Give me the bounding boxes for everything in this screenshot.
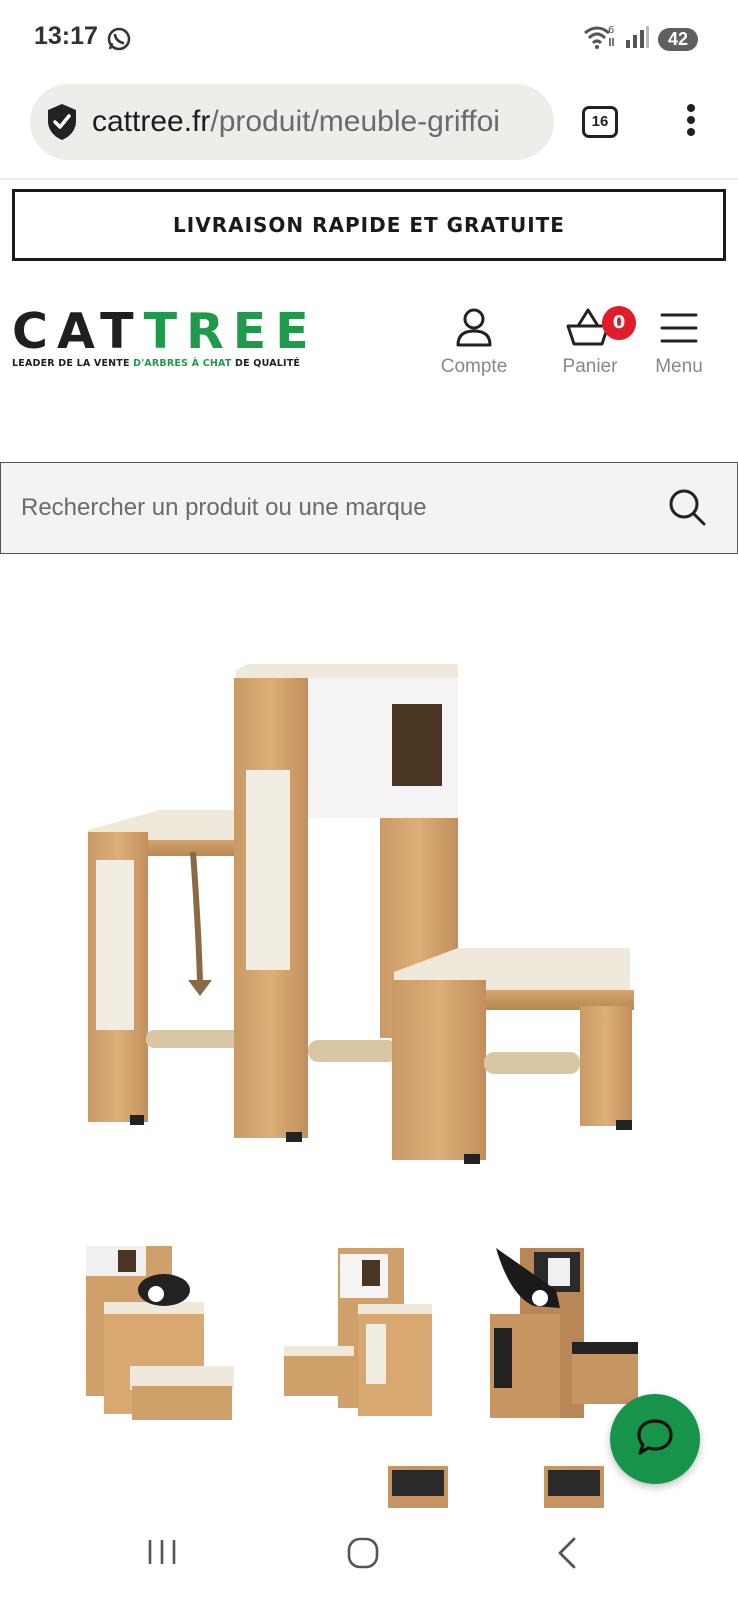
system-nav-bar bbox=[0, 1508, 738, 1600]
account-label: Compte bbox=[440, 356, 508, 377]
more-options-icon[interactable] bbox=[686, 104, 696, 142]
back-icon[interactable] bbox=[552, 1536, 582, 1574]
account-button[interactable]: Compte bbox=[432, 306, 516, 378]
product-main-image[interactable] bbox=[60, 660, 680, 1200]
search-input[interactable] bbox=[21, 494, 641, 522]
shipping-banner: LIVRAISON RAPIDE ET GRATUITE bbox=[12, 189, 726, 261]
cart-label: Panier bbox=[562, 356, 618, 377]
menu-label: Menu bbox=[655, 356, 703, 377]
home-icon[interactable] bbox=[346, 1536, 380, 1574]
status-time: 13:17 bbox=[34, 22, 98, 50]
whatsapp-icon bbox=[106, 26, 132, 56]
shipping-banner-text: LIVRAISON RAPIDE ET GRATUITE bbox=[173, 213, 565, 237]
divider bbox=[0, 178, 738, 180]
product-thumbnail[interactable] bbox=[490, 1246, 650, 1420]
user-icon bbox=[432, 306, 516, 350]
status-bar: 13:17 6 42 bbox=[0, 0, 738, 78]
logo-tree: TREE bbox=[143, 303, 318, 360]
cart-button[interactable]: 0 Panier bbox=[548, 306, 636, 378]
site-logo[interactable]: CATTREE LEADER DE LA VENTE D'ARBRES À CH… bbox=[12, 307, 318, 369]
wifi-icon: 6 bbox=[582, 24, 616, 54]
product-thumbnail[interactable] bbox=[382, 1460, 452, 1510]
product-thumbnail[interactable] bbox=[540, 1460, 610, 1510]
logo-tagline: LEADER DE LA VENTE D'ARBRES À CHAT DE QU… bbox=[12, 358, 301, 369]
signal-icon bbox=[624, 24, 650, 54]
cart-count-badge: 0 bbox=[602, 306, 636, 340]
url-path: /produit/meuble-griffoi bbox=[210, 105, 500, 138]
product-thumbnail[interactable] bbox=[82, 1246, 242, 1420]
chat-bubble-icon bbox=[635, 1417, 675, 1461]
shield-check-icon[interactable] bbox=[44, 102, 80, 142]
url-text[interactable]: cattree.fr/produit/meuble-griffoi bbox=[92, 105, 500, 139]
recent-apps-icon[interactable] bbox=[146, 1536, 178, 1572]
svg-text:6: 6 bbox=[608, 25, 614, 36]
hamburger-icon bbox=[648, 306, 710, 350]
menu-button[interactable]: Menu bbox=[648, 306, 710, 378]
address-bar[interactable]: cattree.fr/produit/meuble-griffoi bbox=[30, 84, 554, 160]
basket-icon: 0 bbox=[548, 306, 636, 350]
logo-cat: CAT bbox=[12, 303, 144, 360]
search-bar[interactable] bbox=[0, 462, 738, 554]
tab-switcher-button[interactable]: 16 bbox=[582, 106, 618, 138]
chat-button[interactable] bbox=[610, 1394, 700, 1484]
product-thumbnail[interactable] bbox=[282, 1246, 442, 1420]
battery-icon: 42 bbox=[657, 27, 698, 51]
url-domain: cattree.fr bbox=[92, 105, 211, 138]
search-icon[interactable] bbox=[667, 487, 707, 531]
